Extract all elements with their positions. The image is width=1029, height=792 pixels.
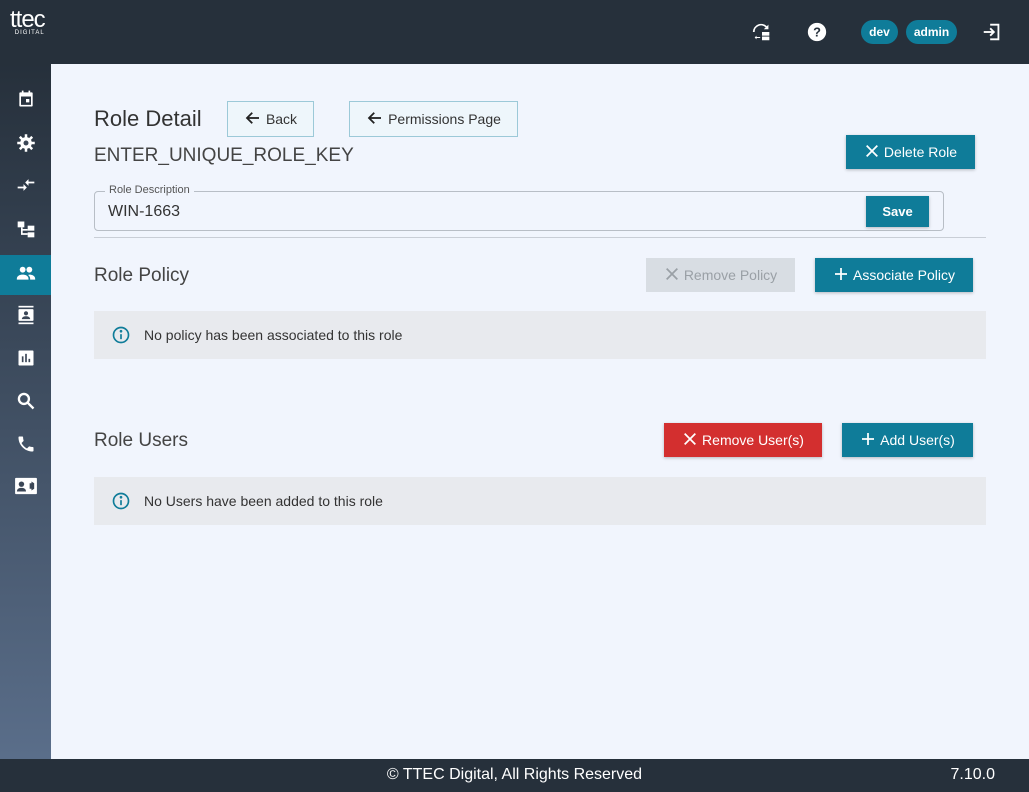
close-icon <box>682 431 698 450</box>
user-badge[interactable]: admin <box>906 20 957 44</box>
env-badge[interactable]: dev <box>861 20 898 44</box>
main-content: Role Detail Back Permissions Page ENTER_… <box>51 64 1029 759</box>
sidebar-item-hierarchy[interactable] <box>0 211 51 251</box>
contact-book-icon <box>16 304 36 331</box>
help-icon[interactable]: ? <box>805 20 829 44</box>
remove-users-label: Remove User(s) <box>702 432 804 448</box>
sidebar-item-contacts[interactable] <box>0 297 51 337</box>
plus-icon <box>860 431 876 450</box>
role-policy-title: Role Policy <box>94 265 190 286</box>
save-button[interactable]: Save <box>866 196 929 227</box>
search-icon <box>16 391 36 416</box>
role-users-title: Role Users <box>94 430 188 451</box>
page-title: Role Detail <box>94 106 202 131</box>
policy-empty-notice: No policy has been associated to this ro… <box>94 311 986 359</box>
permissions-page-button[interactable]: Permissions Page <box>349 101 518 137</box>
people-icon <box>15 263 37 288</box>
sidebar-item-roles[interactable] <box>0 255 51 295</box>
role-key: ENTER_UNIQUE_ROLE_KEY <box>94 145 354 166</box>
info-icon <box>111 491 131 511</box>
back-label: Back <box>265 111 298 127</box>
calendar-icon <box>16 89 36 114</box>
permissions-page-label: Permissions Page <box>388 111 501 127</box>
sidebar-item-search[interactable] <box>0 383 51 423</box>
back-button[interactable]: Back <box>227 101 314 137</box>
ttec-logo[interactable]: ttec DIGITAL <box>10 6 46 37</box>
sidebar-item-calendar[interactable] <box>0 81 51 121</box>
remove-users-button[interactable]: Remove User(s) <box>664 423 822 457</box>
version-text: 7.10.0 <box>950 766 995 783</box>
logo-word: ttec <box>10 6 46 33</box>
add-users-label: Add User(s) <box>880 432 955 448</box>
role-description-field[interactable]: Role Description WIN-1663 Save <box>94 184 944 231</box>
sidebar-item-compare[interactable] <box>0 167 51 207</box>
svg-text:?: ? <box>813 25 821 40</box>
sidebar-item-contact-card[interactable] <box>0 468 51 508</box>
policy-empty-message: No policy has been associated to this ro… <box>144 327 403 343</box>
delete-role-button[interactable]: Delete Role <box>846 135 975 169</box>
divider <box>94 237 986 238</box>
top-bar: ttec DIGITAL ? dev admin <box>0 0 1029 64</box>
remove-policy-button[interactable]: Remove Policy <box>646 258 795 292</box>
switch-view-icon[interactable] <box>750 20 774 44</box>
sidebar-item-phone[interactable] <box>0 426 51 466</box>
associate-policy-label: Associate Policy <box>853 267 955 283</box>
arrow-left-icon <box>244 109 262 130</box>
role-description-value[interactable]: WIN-1663 <box>108 203 180 221</box>
bar-chart-icon <box>16 348 36 373</box>
delete-role-label: Delete Role <box>883 144 958 160</box>
arrow-left-icon <box>366 109 384 130</box>
users-empty-message: No Users have been added to this role <box>144 493 383 509</box>
plus-icon <box>833 266 849 285</box>
contact-card-icon <box>14 476 38 501</box>
phone-icon <box>16 434 36 459</box>
role-description-legend: Role Description <box>105 184 194 196</box>
sidebar-item-reports[interactable] <box>0 340 51 380</box>
close-icon <box>664 266 680 285</box>
logout-icon[interactable] <box>980 20 1004 44</box>
associate-policy-button[interactable]: Associate Policy <box>815 258 973 292</box>
settings-gear-icon <box>16 133 36 158</box>
add-users-button[interactable]: Add User(s) <box>842 423 973 457</box>
info-icon <box>111 325 131 345</box>
close-icon <box>864 143 880 162</box>
hierarchy-icon <box>16 219 36 244</box>
compare-arrows-icon <box>16 175 36 200</box>
users-empty-notice: No Users have been added to this role <box>94 477 986 525</box>
remove-policy-label: Remove Policy <box>683 267 778 283</box>
sidebar-item-settings[interactable] <box>0 125 51 165</box>
copyright-text: © TTEC Digital, All Rights Reserved <box>386 766 643 783</box>
footer: © TTEC Digital, All Rights Reserved 7.10… <box>0 759 1029 792</box>
logo-sub: DIGITAL <box>14 30 45 36</box>
sidebar <box>0 64 51 759</box>
